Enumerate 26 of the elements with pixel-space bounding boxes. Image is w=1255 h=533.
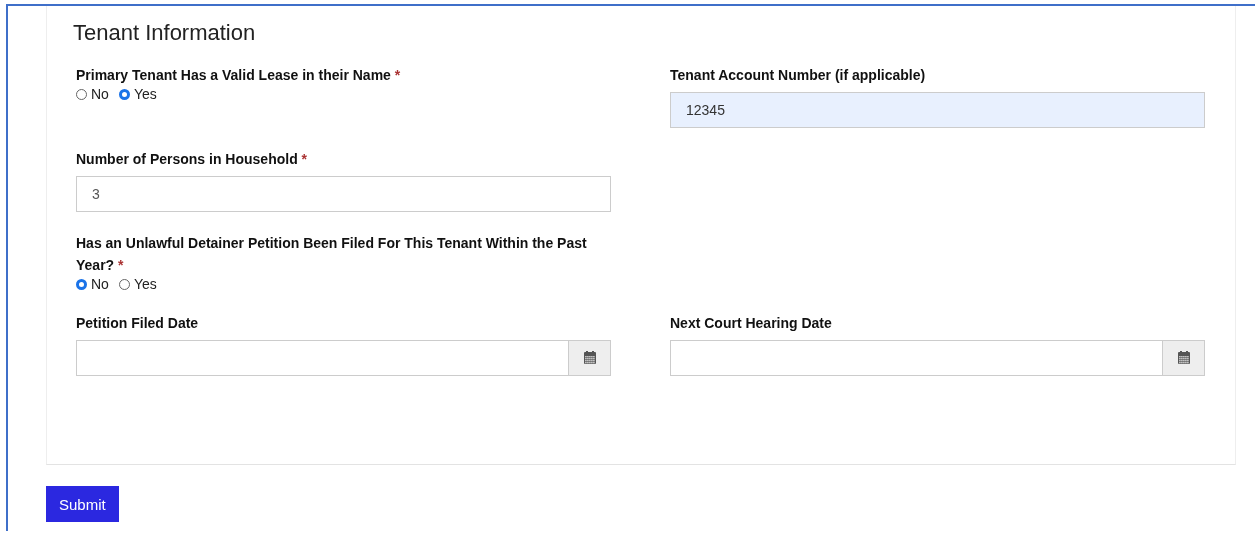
submit-button[interactable]: Submit	[46, 486, 119, 522]
calendar-icon	[582, 351, 597, 365]
radio-option[interactable]: No	[76, 276, 109, 292]
text-field[interactable]: 3	[76, 176, 611, 212]
calendar-button[interactable]	[568, 340, 611, 376]
field-label: Next Court Hearing Date	[670, 314, 833, 333]
calendar-button[interactable]	[1162, 340, 1205, 376]
option-label: Yes	[133, 86, 157, 102]
radio-button[interactable]	[76, 278, 87, 290]
radio-button[interactable]	[118, 88, 130, 100]
section-title: Tenant Information	[73, 20, 257, 46]
option-label: Yes	[133, 276, 157, 292]
radio-option[interactable]: No	[76, 86, 109, 102]
field-label: Number of Persons in Household *	[76, 150, 309, 169]
option-label: No	[91, 276, 109, 292]
option-label: No	[91, 86, 109, 102]
text-field[interactable]: 12345	[670, 92, 1205, 128]
radio-option[interactable]: Yes	[118, 276, 157, 292]
calendar-icon	[1176, 351, 1191, 365]
radio-option[interactable]: Yes	[118, 86, 157, 102]
date-field[interactable]	[76, 340, 568, 376]
field-label: Petition Filed Date	[76, 314, 200, 333]
date-field[interactable]	[670, 340, 1162, 376]
field-label: Primary Tenant Has a Valid Lease in their Name *	[76, 66, 402, 85]
field-label: Has an Unlawful Detainer Petition Been Filed For This Tenant Within the Past Year? *	[76, 234, 588, 275]
field-label: Tenant Account Number (if applicable)	[670, 66, 927, 85]
